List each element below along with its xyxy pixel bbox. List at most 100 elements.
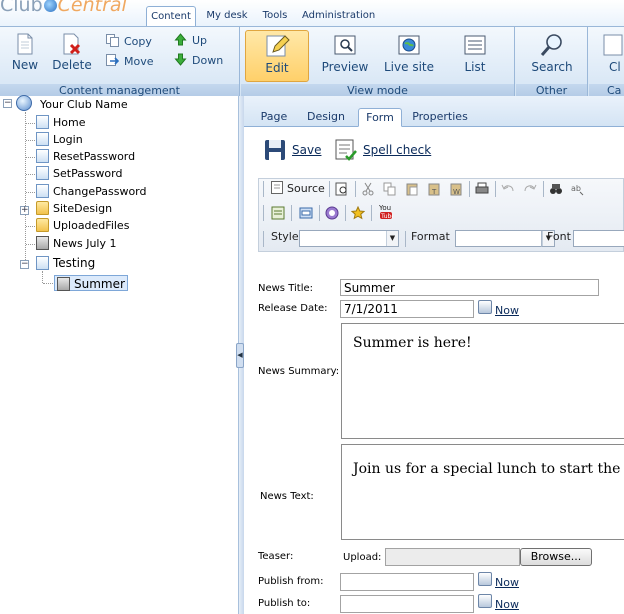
new-button[interactable]: New: [8, 33, 42, 72]
news-icon: [57, 277, 70, 291]
flash-icon[interactable]: [325, 206, 339, 220]
preview-page-icon[interactable]: [335, 182, 349, 196]
tree-root[interactable]: Your Club Name: [16, 95, 128, 111]
publish-to-now-link[interactable]: Now: [495, 598, 519, 611]
release-date-now-link[interactable]: Now: [495, 304, 519, 317]
news-title-input[interactable]: Summer: [340, 279, 599, 296]
source-button[interactable]: Source: [271, 179, 325, 199]
format-select[interactable]: ▼: [455, 230, 555, 247]
tree-item-label: News July 1: [53, 237, 117, 250]
live-site-label: Live site: [384, 60, 434, 74]
replace-icon[interactable]: ab: [571, 182, 585, 196]
browse-button[interactable]: Browse...: [520, 548, 592, 566]
tree-item-resetpassword[interactable]: ResetPassword: [36, 149, 135, 165]
save-icon: [265, 140, 285, 160]
smiley-star-icon[interactable]: [351, 206, 365, 220]
collapse-root-toggle[interactable]: −: [3, 99, 12, 108]
tree-item-uploadedfiles[interactable]: UploadedFiles: [36, 218, 129, 234]
style-select[interactable]: ▼: [299, 230, 399, 247]
svg-text:T: T: [431, 188, 437, 196]
copy-button[interactable]: Copy: [106, 33, 152, 51]
redo-icon[interactable]: [523, 182, 537, 196]
upload-filename-input[interactable]: [385, 548, 520, 566]
publish-from-now-link[interactable]: Now: [495, 576, 519, 589]
news-summary-editor[interactable]: Summer is here!: [341, 323, 624, 439]
tree-item-login[interactable]: Login: [36, 132, 83, 148]
calendar-icon[interactable]: [478, 594, 492, 608]
find-icon[interactable]: [549, 182, 563, 196]
list-icon: [464, 35, 486, 55]
publish-to-label: Publish to:: [258, 598, 311, 609]
collapse-tree-button[interactable]: ◀: [236, 343, 244, 368]
chevron-down-icon: ▼: [386, 231, 398, 246]
tree-item-home[interactable]: Home: [36, 115, 85, 131]
news-text-editor[interactable]: Join us for a special lunch to start the…: [341, 444, 624, 540]
svg-text:You: You: [379, 204, 391, 212]
tab-form[interactable]: Form: [358, 108, 402, 127]
list-button[interactable]: List: [443, 30, 507, 82]
tree-item-testing[interactable]: Testing: [36, 255, 95, 271]
teaser-label: Teaser:: [258, 551, 294, 562]
delete-button[interactable]: Delete: [52, 33, 92, 72]
paste-icon[interactable]: [405, 182, 419, 196]
search-icon: [540, 34, 562, 56]
spell-check-button[interactable]: Spell check: [335, 139, 431, 161]
collapse-testing-toggle[interactable]: −: [20, 260, 29, 269]
arrow-down-icon: [174, 53, 187, 66]
tab-properties[interactable]: Properties: [410, 108, 470, 127]
expand-sitedesign-toggle[interactable]: +: [20, 206, 29, 215]
content-tree: − Your Club Name Home Login ResetPasswor…: [0, 95, 238, 614]
move-button[interactable]: Move: [106, 53, 154, 71]
clipped-button[interactable]: Cl: [593, 30, 624, 82]
tree-item-sitedesign[interactable]: SiteDesign: [36, 201, 112, 217]
tree-line: [43, 283, 53, 284]
down-button[interactable]: Down: [174, 52, 223, 70]
form-icon[interactable]: [299, 206, 313, 220]
arrow-up-icon: [174, 33, 187, 46]
calendar-icon[interactable]: [478, 572, 492, 586]
calendar-icon[interactable]: [478, 300, 492, 314]
tree-item-label: UploadedFiles: [53, 219, 130, 232]
paste-word-icon[interactable]: W: [449, 182, 463, 196]
view-mode-group: Edit Preview Live site List View mode: [241, 27, 515, 97]
tree-item-label: ChangePassword: [53, 185, 147, 198]
copy-text-icon[interactable]: [383, 182, 397, 196]
font-label: Font: [547, 230, 571, 243]
search-button[interactable]: Search: [520, 30, 584, 82]
tree-item-setpassword[interactable]: SetPassword: [36, 166, 122, 182]
tree-item-news-july-1[interactable]: News July 1: [36, 236, 117, 252]
paste-text-icon[interactable]: T: [427, 182, 441, 196]
toolbar-separator: [329, 181, 330, 197]
edit-button[interactable]: Edit: [245, 30, 309, 82]
tree-item-label: SiteDesign: [53, 202, 113, 215]
publish-from-input[interactable]: [340, 573, 474, 591]
tree-line: [26, 226, 35, 227]
page-icon: [36, 115, 49, 129]
style-label: Style: [271, 230, 299, 243]
tab-my-desk[interactable]: My desk: [202, 6, 252, 26]
font-select[interactable]: [573, 230, 624, 247]
save-button[interactable]: Save: [265, 140, 321, 160]
preview-button[interactable]: Preview: [313, 30, 377, 82]
select-all-icon[interactable]: [271, 206, 285, 220]
release-date-input[interactable]: 7/1/2011: [340, 300, 474, 318]
tab-administration[interactable]: Administration: [302, 6, 375, 26]
print-icon[interactable]: [475, 182, 489, 196]
new-label: New: [11, 58, 39, 72]
tree-item-label: Summer: [74, 277, 125, 291]
tree-item-changepassword[interactable]: ChangePassword: [36, 184, 147, 200]
tab-design[interactable]: Design: [304, 108, 348, 127]
tab-tools[interactable]: Tools: [258, 6, 292, 26]
publish-to-input[interactable]: [340, 595, 474, 613]
source-icon: [271, 181, 283, 194]
tree-item-label: Home: [53, 116, 86, 129]
undo-icon[interactable]: [501, 182, 515, 196]
live-site-button[interactable]: Live site: [377, 30, 441, 82]
up-button[interactable]: Up: [174, 32, 207, 50]
tree-item-summer[interactable]: Summer: [54, 275, 128, 291]
youtube-icon[interactable]: YouTube: [379, 203, 393, 221]
down-label: Down: [192, 54, 224, 67]
tab-page[interactable]: Page: [254, 108, 294, 127]
tab-content[interactable]: Content: [146, 6, 196, 26]
cut-icon[interactable]: [361, 182, 375, 196]
